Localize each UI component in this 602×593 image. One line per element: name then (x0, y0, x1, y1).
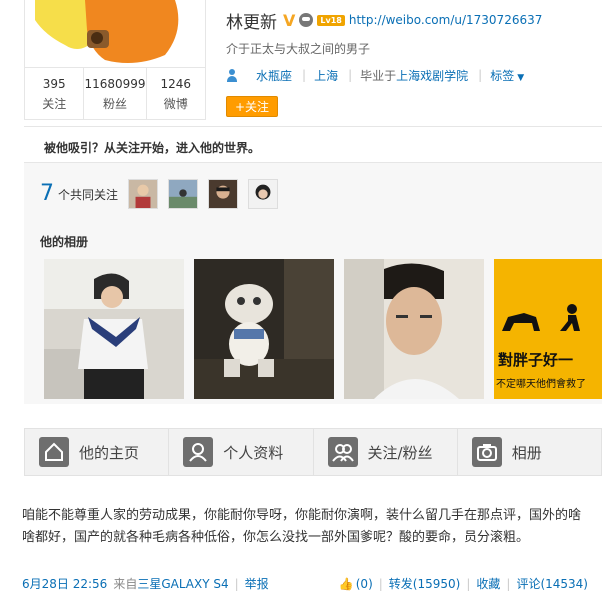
zodiac-link[interactable]: 水瓶座 (256, 67, 292, 84)
avatar[interactable] (24, 0, 206, 68)
album-title: 他的相册 (40, 235, 89, 249)
repost-link[interactable]: 转发(15950) (389, 575, 461, 592)
tab-profile[interactable]: 个人资料 (169, 429, 314, 475)
thumbs-up-icon[interactable]: 👍 (339, 577, 354, 591)
friend-avatar[interactable] (128, 179, 159, 209)
person-icon (226, 68, 238, 82)
divider: | (466, 576, 471, 591)
divider: | (506, 576, 511, 591)
tags-label: 标签 (490, 68, 515, 83)
camera-icon (471, 437, 502, 467)
friend-avatar[interactable] (168, 179, 199, 209)
home-icon (39, 437, 69, 467)
panel-title: 被他吸引？从关注开始，进入他的世界。 (44, 141, 261, 155)
divider: | (234, 576, 239, 591)
profile-info-row: 水瓶座 | 上海 | 毕业于 上海戏剧学院 | 标签 ▼ (226, 66, 530, 84)
profile-description: 介于正太与大叔之间的男子 (226, 42, 371, 56)
profile-stats: 395 关注 11680999 粉丝 1246 微博 (24, 68, 206, 120)
caret-down-icon: ▼ (517, 72, 525, 83)
divider: | (302, 68, 307, 82)
tab-follow-fans[interactable]: 关注/粉丝 (313, 429, 458, 475)
post-device-link[interactable]: 三星GALAXY S4 (137, 575, 228, 592)
comment-link[interactable]: 评论(14534) (516, 575, 588, 592)
profile-url-link[interactable]: http://weibo.com/u/1730726637 (349, 13, 543, 27)
tab-label: 他的主页 (79, 443, 140, 462)
mutual-count[interactable]: 7 (40, 181, 54, 207)
friend-avatar[interactable] (208, 179, 239, 209)
post-text: 咱能不能尊重人家的劳动成果，你能耐你导呀，你能耐你演啊，装什么留几手在那点评，国… (22, 508, 582, 545)
divider: | (378, 576, 383, 591)
mask-icon[interactable] (299, 13, 314, 27)
album-photo-subcaption: 不定哪天他們會救了 (496, 379, 586, 390)
post-from-label: 来自 (113, 577, 138, 591)
favorite-link[interactable]: 收藏 (476, 575, 500, 592)
school-link[interactable]: 上海戏剧学院 (396, 67, 468, 84)
stat-following[interactable]: 395 关注 (25, 68, 85, 119)
profile-name: 林更新 (226, 12, 277, 33)
post-time-link[interactable]: 6月28日 22:56 (22, 575, 107, 592)
follow-icon (327, 437, 358, 467)
like-count[interactable]: (0) (356, 577, 373, 591)
report-link[interactable]: 举报 (245, 575, 269, 592)
tab-label: 相册 (511, 443, 542, 462)
tab-album[interactable]: 相册 (457, 429, 601, 475)
post-actions: 👍 (0) | 转发(15950) | 收藏 | 评论(14534) (339, 575, 588, 592)
mutual-follows: 7 个共同关注 (40, 179, 288, 209)
edu-prefix: 毕业于 (360, 68, 397, 83)
tab-label: 个人资料 (223, 443, 284, 462)
follow-button[interactable]: +关注 (226, 96, 278, 117)
tab-label: 关注/粉丝 (367, 443, 433, 462)
panel-header: 被他吸引？从关注开始，进入他的世界。 (24, 127, 602, 163)
verified-v-icon[interactable]: V (283, 11, 295, 30)
stat-followers[interactable]: 11680999 粉丝 (84, 68, 147, 119)
follow-suggestion-panel: 被他吸引？从关注开始，进入他的世界。 7 个共同关注 他的相册 對胖子好一 不定… (24, 126, 602, 404)
tab-home[interactable]: 他的主页 (25, 429, 170, 475)
divider: | (348, 68, 353, 82)
profile-tabs: 他的主页 个人资料 关注/粉丝 相册 (24, 428, 602, 476)
album-photo[interactable] (194, 259, 334, 399)
friend-avatar[interactable] (248, 179, 279, 209)
album-photo[interactable] (344, 259, 484, 399)
mutual-label: 个共同关注 (58, 187, 119, 202)
divider: | (478, 68, 483, 82)
album-photo-caption: 對胖子好一 (498, 351, 574, 369)
city-link[interactable]: 上海 (314, 67, 338, 84)
album-photo[interactable] (44, 259, 184, 399)
stat-posts[interactable]: 1246 微博 (147, 68, 205, 119)
album-photo[interactable]: 對胖子好一 不定哪天他們會救了 (494, 259, 602, 399)
level-badge[interactable]: Lv18 (317, 14, 345, 26)
profile-name-row: 林更新 V Lv18 http://weibo.com/u/1730726637 (226, 8, 543, 33)
tags-dropdown[interactable]: 标签 ▼ (490, 67, 524, 84)
post-meta: 6月28日 22:56 来自 三星GALAXY S4 | 举报 👍 (0) | … (22, 575, 588, 592)
profile-icon (183, 437, 214, 467)
